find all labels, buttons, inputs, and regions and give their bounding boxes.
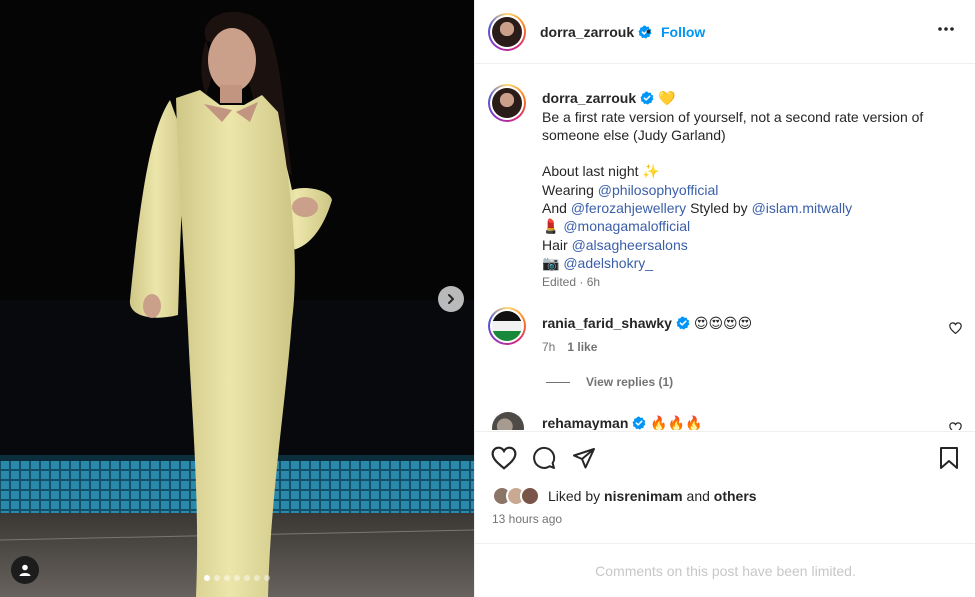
likes-prefix: Liked by <box>548 488 601 504</box>
view-replies-button[interactable]: View replies (1) <box>546 375 673 389</box>
comment-body: 🔥🔥🔥 <box>650 416 703 430</box>
caption-username[interactable]: dorra_zarrouk <box>542 90 636 106</box>
comment-icon[interactable] <box>532 446 556 470</box>
commenter-username[interactable]: rehamayman <box>542 415 628 430</box>
caption-body: dorra_zarrouk 💛 Be a first rate version … <box>542 89 952 273</box>
carousel-dot <box>264 575 270 581</box>
commenter-avatar[interactable] <box>492 412 524 430</box>
carousel-dot <box>244 575 250 581</box>
comment-timestamp[interactable]: 7h <box>542 340 555 354</box>
liker-username[interactable]: nisrenimam <box>604 488 683 504</box>
carousel-indicator <box>204 575 270 581</box>
view-replies-label[interactable]: View replies (1) <box>586 375 673 389</box>
camera-emoji: 📷 <box>542 256 560 272</box>
author-username[interactable]: dorra_zarrouk <box>540 24 652 40</box>
carousel-dot <box>214 575 220 581</box>
carousel-dot <box>204 575 210 581</box>
likes-others-link[interactable]: others <box>714 488 757 504</box>
post-actions: Liked by nisrenimam and others 13 hours … <box>475 431 975 543</box>
commenter-username[interactable]: rania_farid_shawky <box>542 315 672 331</box>
liker-avatars <box>492 486 540 506</box>
like-comment-heart-icon[interactable] <box>949 422 962 430</box>
mention-link[interactable]: @ferozahjewellery <box>571 200 686 216</box>
post-side-panel: dorra_zarrouk • Follow dorra_zarrouk 💛 B… <box>474 0 975 597</box>
commenter-avatar[interactable] <box>488 307 526 345</box>
caption-about: About last night <box>542 163 639 179</box>
author-avatar[interactable] <box>488 13 526 51</box>
sparkles-emoji: ✨ <box>642 164 660 180</box>
mention-link[interactable]: @monagamalofficial <box>563 218 690 234</box>
post-header: dorra_zarrouk • Follow <box>475 0 975 64</box>
mention-link[interactable]: @alsagheersalons <box>572 237 688 253</box>
caption-timestamp[interactable]: Edited · 6h <box>542 275 600 289</box>
comment-text: rania_farid_shawky 😍😍😍😍 <box>542 315 752 332</box>
verified-badge-icon <box>632 416 646 430</box>
mention-link[interactable]: @adelshokry_ <box>563 255 653 271</box>
comment-text: rehamayman 🔥🔥🔥 <box>542 415 703 430</box>
caption-hair-label: Hair <box>542 237 568 253</box>
post-timestamp[interactable]: 13 hours ago <box>492 512 562 526</box>
carousel-dot <box>234 575 240 581</box>
follow-button[interactable]: Follow <box>661 24 705 40</box>
caption-and-label: And <box>542 200 567 216</box>
caption-wearing-label: Wearing <box>542 182 594 198</box>
caption-line-1: Be a first rate version of yourself, not… <box>542 109 924 125</box>
comments-area[interactable]: dorra_zarrouk 💛 Be a first rate version … <box>475 65 975 430</box>
carousel-dot <box>224 575 230 581</box>
chevron-right-icon <box>448 294 454 304</box>
verified-badge-icon <box>640 91 654 105</box>
tagged-people-button[interactable] <box>11 556 39 584</box>
comment-body: 😍😍😍😍 <box>693 316 753 332</box>
next-slide-button[interactable] <box>438 286 464 312</box>
mention-link[interactable]: @philosophyofficial <box>598 182 719 198</box>
likes-summary[interactable]: Liked by nisrenimam and others <box>492 486 757 506</box>
caption-styled-by-label: Styled by <box>690 200 748 216</box>
comment-meta: 7h 1 like <box>542 340 597 354</box>
comment-likes[interactable]: 1 like <box>567 340 597 354</box>
yellow-heart-emoji: 💛 <box>658 91 676 107</box>
post-image <box>0 0 474 597</box>
comments-limited-text: Comments on this post have been limited. <box>595 562 856 579</box>
mention-link[interactable]: @islam.mitwally <box>752 200 853 216</box>
like-comment-heart-icon[interactable] <box>949 322 962 334</box>
like-heart-icon[interactable] <box>491 446 517 470</box>
verified-badge-icon <box>676 316 690 330</box>
author-username-text[interactable]: dorra_zarrouk <box>540 24 634 40</box>
share-paper-plane-icon[interactable] <box>572 446 596 470</box>
post-photo-scene <box>0 0 474 597</box>
comments-limited-notice: Comments on this post have been limited. <box>475 543 975 597</box>
user-icon <box>19 564 31 576</box>
more-options-icon[interactable] <box>937 26 955 32</box>
carousel-dot <box>254 575 260 581</box>
lipstick-emoji: 💄 <box>542 219 560 235</box>
header-separator: • <box>646 23 651 39</box>
save-bookmark-icon[interactable] <box>939 446 959 470</box>
likes-conjunction: and <box>686 488 710 504</box>
caption-avatar[interactable] <box>488 84 526 122</box>
caption-line-2: someone else (Judy Garland) <box>542 127 726 143</box>
